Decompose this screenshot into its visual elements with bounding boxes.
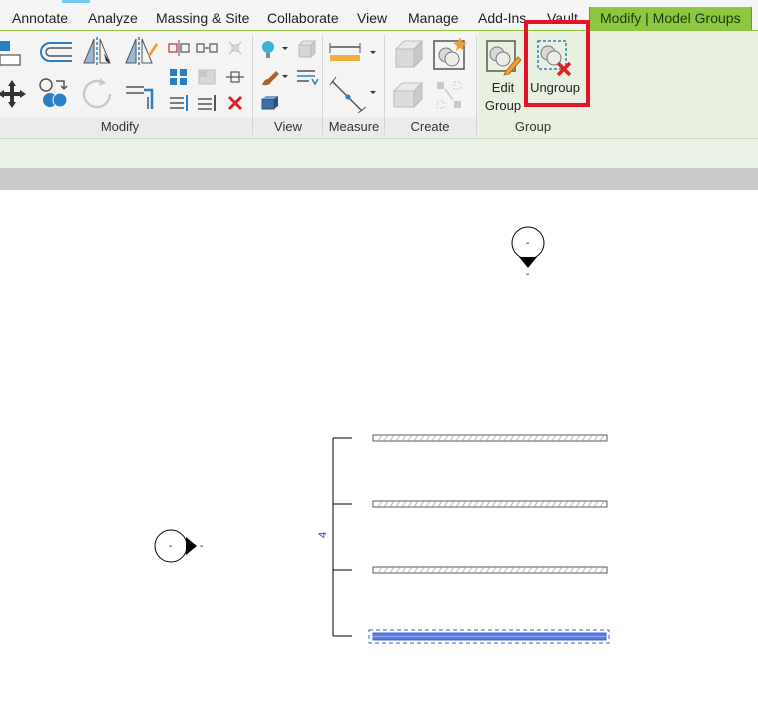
edit-group-label-line2[interactable]: Group <box>480 97 526 115</box>
group-separator <box>252 35 253 135</box>
mirror-draw-axis-icon[interactable] <box>122 35 158 67</box>
rotate-icon[interactable] <box>80 77 116 111</box>
tab-massing-site[interactable]: Massing & Site <box>156 7 249 29</box>
move-icon[interactable] <box>0 77 26 111</box>
drawing-svg: - - - - 4 <box>154 226 610 644</box>
split-element-icon[interactable] <box>168 39 190 57</box>
create-similar-icon[interactable] <box>434 79 468 113</box>
pin-icon[interactable] <box>224 67 246 87</box>
group-separator <box>322 35 323 135</box>
create-assembly-icon[interactable] <box>390 79 426 113</box>
create-group-icon[interactable] <box>432 35 470 71</box>
tab-accent-strip <box>62 0 90 3</box>
view-header-bar <box>0 168 758 190</box>
section-tag-left[interactable] <box>154 529 197 563</box>
create-parts-icon[interactable] <box>392 37 426 71</box>
align-icon[interactable] <box>0 37 26 67</box>
copy-icon[interactable] <box>36 75 74 111</box>
tab-manage[interactable]: Manage <box>408 7 459 29</box>
trim-extend-single-icon[interactable] <box>196 93 218 113</box>
edit-group-label-line1[interactable]: Edit <box>480 79 526 97</box>
paint-brush-icon[interactable] <box>258 67 290 89</box>
ungroup-highlight-box <box>524 20 590 107</box>
edit-group-icon[interactable] <box>484 37 522 77</box>
section-box-icon[interactable] <box>258 93 280 113</box>
unpin-icon[interactable] <box>224 39 246 57</box>
wall-selected[interactable] <box>368 629 610 644</box>
group-label-measure: Measure <box>328 119 380 134</box>
group-separator <box>476 35 477 135</box>
delete-icon[interactable] <box>224 93 246 113</box>
group-label-group: Group <box>514 119 552 134</box>
group-label-modify: Modify <box>100 119 140 134</box>
override-graphics-icon[interactable] <box>294 39 320 61</box>
linework-icon[interactable] <box>294 67 320 89</box>
offset-icon[interactable] <box>36 39 74 65</box>
tab-view[interactable]: View <box>357 7 387 29</box>
split-with-gap-icon[interactable] <box>196 39 218 57</box>
drawing-canvas[interactable]: - - - - 4 <box>0 190 758 716</box>
options-bar <box>0 138 758 168</box>
trim-extend-multiple-icon[interactable] <box>168 93 190 113</box>
section-tag-left-label: - <box>169 541 172 552</box>
aligned-dimension-icon[interactable] <box>328 75 378 115</box>
array-icon[interactable] <box>168 67 190 87</box>
ribbon-empty-area <box>586 31 758 139</box>
dimension-string[interactable] <box>332 437 352 637</box>
tab-annotate[interactable]: Annotate <box>12 7 68 29</box>
tab-add-ins[interactable]: Add-Ins <box>478 7 526 29</box>
tab-analyze[interactable]: Analyze <box>88 7 138 29</box>
section-tag-left-sublabel: - <box>200 541 203 552</box>
ribbon-tab-bar: Annotate Analyze Massing & Site Collabor… <box>0 0 758 30</box>
tab-collaborate[interactable]: Collaborate <box>267 7 339 29</box>
dimension-value[interactable]: 4 <box>317 532 329 538</box>
group-separator <box>384 35 385 135</box>
section-tag-top-label: - <box>526 238 529 249</box>
section-tag-top-sublabel: - <box>526 269 529 280</box>
measure-between-references-icon[interactable] <box>328 41 378 65</box>
scale-icon[interactable] <box>196 67 218 87</box>
mirror-pick-axis-icon[interactable] <box>80 35 116 67</box>
group-label-view: View <box>274 119 302 134</box>
tab-modify-model-groups[interactable]: Modify | Model Groups <box>589 7 752 30</box>
hide-in-view-icon[interactable] <box>258 39 290 61</box>
trim-extend-corner-icon[interactable] <box>122 77 158 111</box>
revit-window: Annotate Analyze Massing & Site Collabor… <box>0 0 758 716</box>
ribbon-panel: Modify View Measure Create Edit Group Un… <box>0 30 758 139</box>
group-label-create: Create <box>410 119 450 134</box>
